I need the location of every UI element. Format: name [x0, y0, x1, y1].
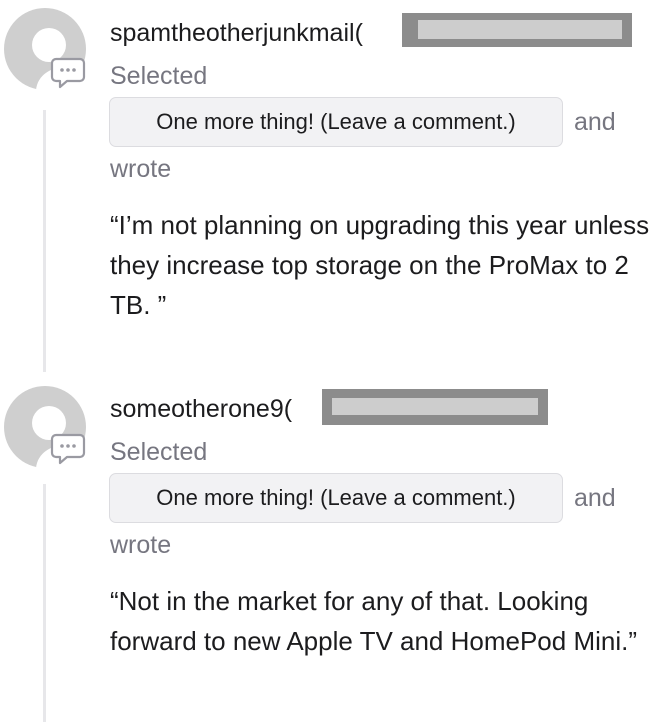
username[interactable]: spamtheotherjunkmail( [110, 18, 363, 48]
username[interactable]: someotherone9( [110, 394, 292, 424]
thread-line [43, 484, 46, 722]
and-label: and [574, 108, 616, 136]
comment-text: “Not in the market for any of that. Look… [110, 586, 638, 656]
redaction-box-inner [332, 398, 538, 415]
poll-option-chip[interactable]: One more thing! (Leave a comment.) [109, 473, 563, 523]
comment-bubble-icon [50, 55, 86, 91]
comment-bubble-icon [50, 431, 86, 467]
selected-label: Selected [110, 62, 208, 90]
redaction-box-inner [418, 20, 622, 39]
poll-option-chip[interactable]: One more thing! (Leave a comment.) [109, 97, 563, 147]
wrote-label: wrote [110, 531, 172, 559]
selected-label: Selected [110, 438, 208, 466]
comment-text: “I’m not planning on upgrading this year… [110, 210, 650, 320]
thread-line [43, 110, 46, 372]
and-label: and [574, 484, 616, 512]
wrote-label: wrote [110, 155, 172, 183]
